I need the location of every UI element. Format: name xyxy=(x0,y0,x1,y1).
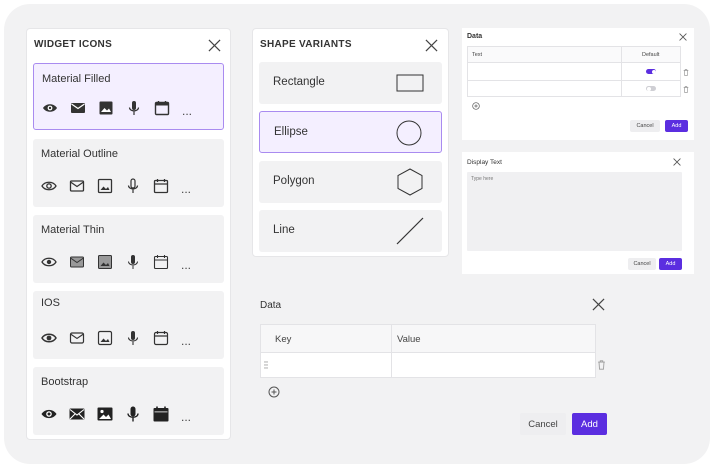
widget-icons-title: WIDGET ICONS xyxy=(34,39,113,50)
cancel-button[interactable]: Cancel xyxy=(628,258,656,270)
add-row-icon[interactable] xyxy=(472,102,480,110)
data-panel-title: Data xyxy=(467,33,483,40)
widget-icons-panel: WIDGET ICONS Material Filled ... Materia… xyxy=(26,28,231,440)
eye-icon xyxy=(41,253,69,271)
textarea-placeholder: Type here xyxy=(471,176,494,182)
trash-icon[interactable] xyxy=(683,86,689,93)
default-toggle-on[interactable] xyxy=(646,69,656,74)
more-icons-ellipsis: ... xyxy=(182,104,193,118)
icon-set-material-filled[interactable]: Material Filled ... xyxy=(33,63,224,130)
close-icon[interactable] xyxy=(679,33,687,41)
shape-variants-panel: SHAPE VARIANTS Rectangle Ellipse Polygon… xyxy=(252,28,449,257)
shape-option-label: Polygon xyxy=(273,175,315,187)
close-icon[interactable] xyxy=(592,298,605,311)
add-row-icon[interactable] xyxy=(268,386,280,398)
icon-set-bootstrap[interactable]: Bootstrap ... xyxy=(33,367,224,435)
display-text-panel: Display Text Type here Cancel Add xyxy=(462,152,694,274)
mail-icon xyxy=(69,177,97,195)
drag-handle-icon[interactable] xyxy=(264,361,268,369)
more-icons-ellipsis: ... xyxy=(181,410,192,424)
data-panel-small: Data Text Default Cancel Add xyxy=(462,28,694,140)
column-header-key: Key xyxy=(275,334,292,345)
icon-set-material-thin[interactable]: Material Thin ... xyxy=(33,215,224,283)
add-button[interactable]: Add xyxy=(665,120,688,132)
icon-set-ios[interactable]: IOS ... xyxy=(33,291,224,359)
microphone-icon xyxy=(125,253,153,271)
line-shape-icon xyxy=(396,217,424,245)
mail-icon xyxy=(70,99,98,117)
image-icon xyxy=(97,405,125,423)
icon-set-label: Material Thin xyxy=(41,224,105,236)
data-panel-title: Data xyxy=(260,300,282,311)
add-button[interactable]: Add xyxy=(572,413,607,435)
ellipse-shape-icon xyxy=(395,119,423,147)
mail-icon xyxy=(69,253,97,271)
microphone-icon xyxy=(125,329,153,347)
microphone-icon xyxy=(125,405,153,423)
icon-set-label: Bootstrap xyxy=(41,376,89,388)
shape-option-polygon[interactable]: Polygon xyxy=(259,161,442,203)
shape-option-label: Rectangle xyxy=(273,76,325,88)
cancel-button[interactable]: Cancel xyxy=(630,120,660,132)
shape-option-rectangle[interactable]: Rectangle xyxy=(259,62,442,104)
microphone-icon xyxy=(126,99,154,117)
add-button[interactable]: Add xyxy=(659,258,682,270)
close-icon[interactable] xyxy=(208,39,221,52)
value-cell-input[interactable] xyxy=(392,354,595,377)
shape-option-ellipse[interactable]: Ellipse xyxy=(259,111,442,153)
column-header-value: Value xyxy=(397,334,421,345)
data-table: Text Default xyxy=(467,46,681,97)
more-icons-ellipsis: ... xyxy=(181,334,192,348)
eye-icon xyxy=(42,99,70,117)
microphone-icon xyxy=(125,177,153,195)
more-icons-ellipsis: ... xyxy=(181,182,192,196)
text-cell-input[interactable] xyxy=(469,81,620,96)
column-header-row xyxy=(261,325,595,353)
trash-icon[interactable] xyxy=(597,360,606,370)
icon-set-material-outline[interactable]: Material Outline ... xyxy=(33,139,224,207)
calendar-icon xyxy=(153,253,181,271)
icon-set-label: Material Outline xyxy=(41,148,119,160)
default-toggle-off[interactable] xyxy=(646,86,656,91)
column-header-default: Default xyxy=(642,52,660,58)
image-icon xyxy=(97,329,125,347)
mail-icon xyxy=(69,405,97,423)
shape-option-label: Ellipse xyxy=(274,126,308,138)
mail-icon xyxy=(69,329,97,347)
cancel-button[interactable]: Cancel xyxy=(520,413,566,435)
column-header-text: Text xyxy=(472,52,483,58)
eye-icon xyxy=(41,405,69,423)
image-icon xyxy=(97,253,125,271)
eye-icon xyxy=(41,177,69,195)
display-text-textarea[interactable]: Type here xyxy=(467,172,682,251)
data-panel-large: Data Key Value Cancel Add xyxy=(250,288,622,450)
icon-set-label: IOS xyxy=(41,297,60,309)
eye-icon xyxy=(41,329,69,347)
more-icons-ellipsis: ... xyxy=(181,258,192,272)
calendar-icon xyxy=(153,405,181,423)
rectangle-shape-icon xyxy=(396,69,424,97)
calendar-icon xyxy=(153,177,181,195)
calendar-icon xyxy=(154,99,182,117)
close-icon[interactable] xyxy=(673,158,681,166)
polygon-shape-icon xyxy=(396,168,424,196)
text-cell-input[interactable] xyxy=(469,64,620,79)
image-icon xyxy=(97,177,125,195)
trash-icon[interactable] xyxy=(683,69,689,76)
calendar-icon xyxy=(153,329,181,347)
icon-set-label: Material Filled xyxy=(42,73,111,85)
shape-option-line[interactable]: Line xyxy=(259,210,442,252)
shape-variants-title: SHAPE VARIANTS xyxy=(260,39,352,50)
image-icon xyxy=(98,99,126,117)
key-cell-input[interactable] xyxy=(271,354,390,377)
display-text-title: Display Text xyxy=(467,159,502,166)
close-icon[interactable] xyxy=(425,39,438,52)
shape-option-label: Line xyxy=(273,224,295,236)
column-divider xyxy=(621,47,622,96)
data-table: Key Value xyxy=(260,324,596,378)
